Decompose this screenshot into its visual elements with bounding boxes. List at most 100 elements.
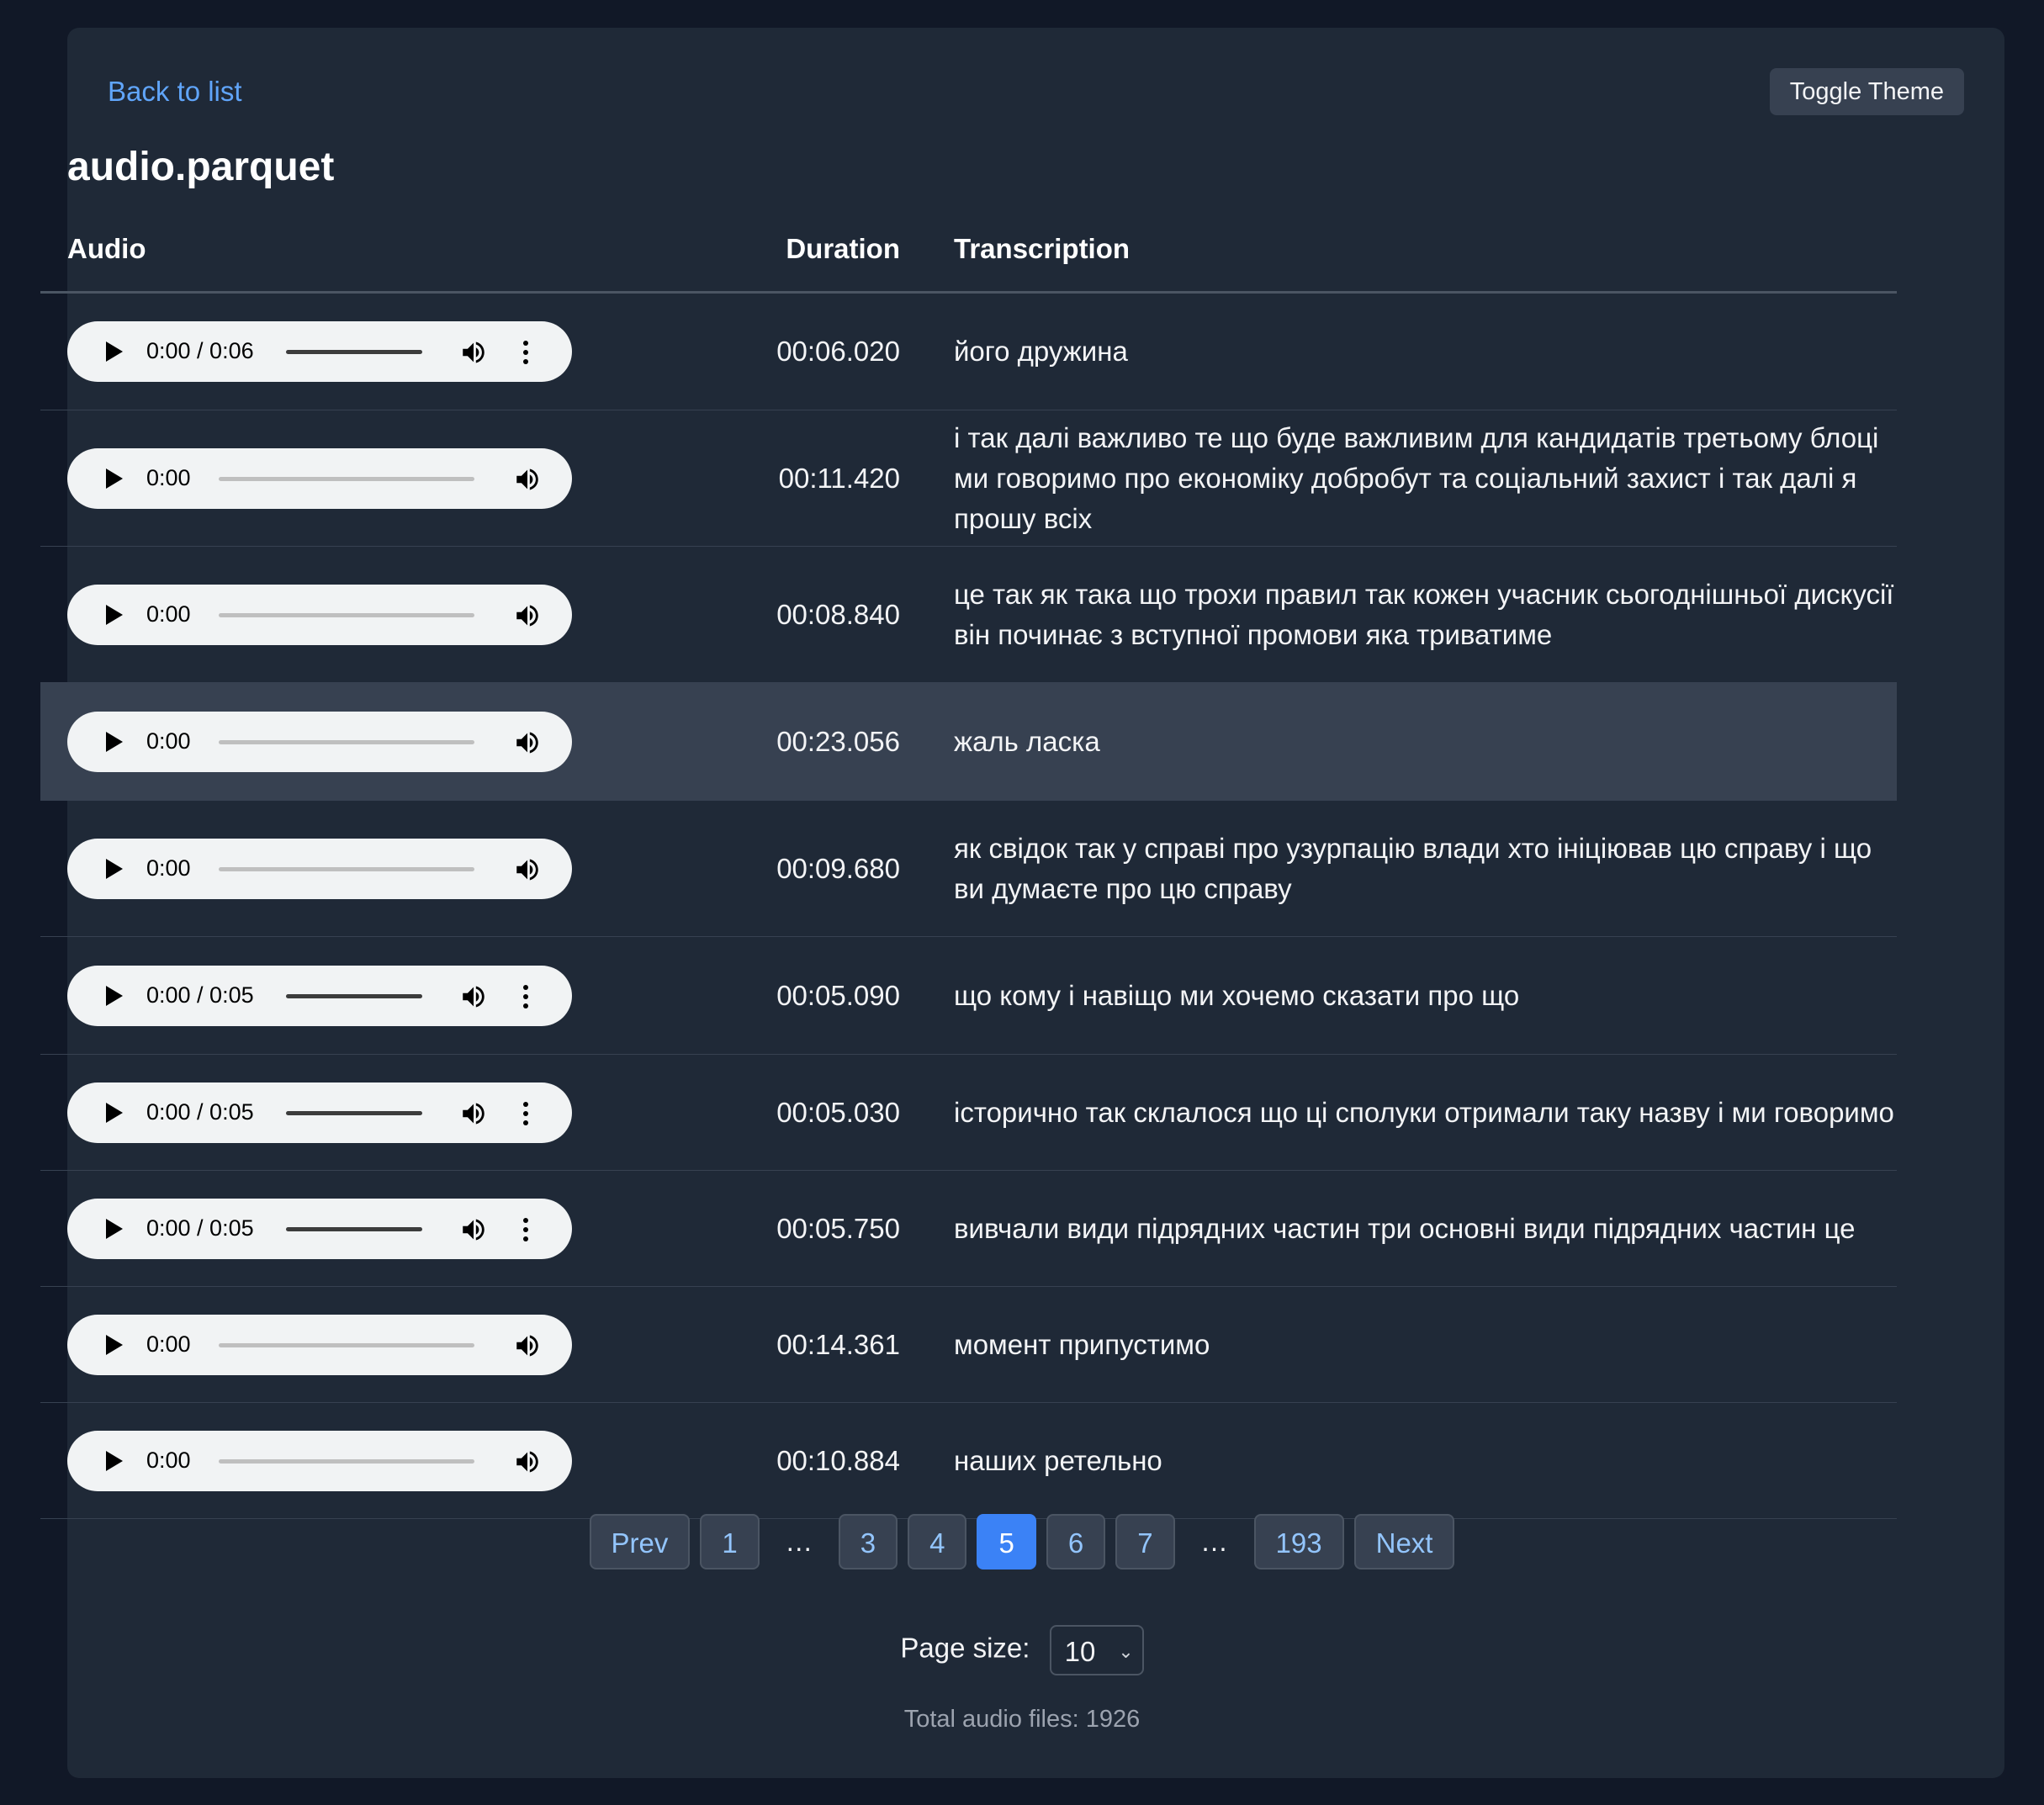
seek-slider[interactable] — [219, 612, 474, 617]
duration-cell: 00:05.750 — [776, 1212, 900, 1244]
player-time: 0:00 / 0:05 — [146, 1215, 254, 1241]
play-icon[interactable] — [106, 1334, 123, 1355]
table-row: 0:00 00:08.840 це так як така що трохи пра… — [40, 547, 1897, 683]
play-icon[interactable] — [106, 1218, 123, 1239]
seek-slider[interactable] — [286, 350, 422, 354]
table-row: 0:00 / 0:06 00:06.020 його дружина — [40, 293, 1897, 410]
page-button-5[interactable]: 5 — [977, 1514, 1036, 1569]
audio-cell: 0:00 — [40, 801, 589, 937]
page-button-3[interactable]: 3 — [838, 1514, 898, 1569]
duration-cell: 00:11.420 — [778, 462, 900, 494]
audio-player[interactable]: 0:00 / 0:06 — [67, 321, 572, 382]
seek-slider[interactable] — [219, 1458, 474, 1464]
back-to-list-link[interactable]: Back to list — [108, 76, 242, 108]
page-size-select[interactable]: 10 ⌄ — [1049, 1625, 1144, 1675]
pagination-ellipsis: … — [785, 1526, 813, 1557]
audio-cell: 0:00 / 0:05 — [40, 937, 589, 1055]
play-icon[interactable] — [106, 1102, 123, 1123]
transcription-cell: вивчали види підрядних частин три основн… — [954, 1212, 1856, 1244]
play-icon[interactable] — [106, 468, 123, 489]
table-row: 0:00 / 0:05 00:05.750 вивчали види підрядн… — [40, 1171, 1897, 1287]
play-icon[interactable] — [106, 985, 123, 1006]
duration-cell: 00:06.020 — [776, 336, 900, 367]
page-button-193[interactable]: 193 — [1253, 1514, 1344, 1569]
audio-player[interactable]: 0:00 — [67, 1314, 572, 1375]
seek-slider[interactable] — [219, 739, 474, 744]
column-header-audio: Audio — [40, 207, 589, 294]
more-options-icon[interactable] — [522, 340, 530, 365]
audio-cell: 0:00 — [40, 1403, 589, 1519]
audio-cell: 0:00 — [40, 683, 589, 801]
page-size-value: 10 — [1064, 1636, 1096, 1667]
transcription-cell: як свідок так у справі про узурпацію вла… — [954, 832, 1872, 904]
transcription-cell: жаль ласка — [954, 725, 1100, 757]
table-header-row: Audio Duration Transcription — [40, 207, 1897, 294]
transcription-cell: це так як така що трохи правил так кожен… — [954, 578, 1894, 650]
more-options-icon[interactable] — [522, 1101, 530, 1126]
audio-player[interactable]: 0:00 — [67, 447, 572, 509]
transcription-cell: і так далі важливо те що буде важливим д… — [954, 421, 1879, 534]
player-time: 0:00 — [146, 601, 191, 627]
toggle-theme-button[interactable]: Toggle Theme — [1769, 68, 1964, 115]
duration-cell: 00:23.056 — [776, 725, 900, 757]
audio-player[interactable]: 0:00 / 0:05 — [67, 965, 572, 1026]
pagination: Prev 1 … 3 4 5 6 7 … 193 Next — [0, 1514, 2044, 1569]
audio-player[interactable]: 0:00 / 0:05 — [67, 1082, 572, 1143]
play-icon[interactable] — [106, 731, 123, 752]
player-time: 0:00 / 0:05 — [146, 1098, 254, 1125]
seek-slider[interactable] — [286, 993, 422, 998]
seek-slider[interactable] — [286, 1226, 422, 1231]
volume-icon[interactable] — [459, 982, 488, 1011]
player-time: 0:00 — [146, 855, 191, 881]
audio-player[interactable]: 0:00 — [67, 711, 572, 772]
volume-icon[interactable] — [513, 601, 542, 630]
table-body: 0:00 / 0:06 00:06.020 його дружина 0:00 00:1… — [40, 293, 1897, 1519]
table-row: 0:00 / 0:05 00:05.030 історично так склало… — [40, 1055, 1897, 1171]
play-icon[interactable] — [106, 341, 123, 362]
play-icon[interactable] — [106, 604, 123, 625]
table-row: 0:00 00:23.056 жаль ласка — [40, 682, 1897, 801]
volume-icon[interactable] — [459, 1099, 488, 1128]
audio-player[interactable]: 0:00 / 0:05 — [67, 1198, 572, 1259]
volume-icon[interactable] — [513, 1448, 542, 1476]
seek-slider[interactable] — [219, 476, 474, 481]
volume-icon[interactable] — [513, 728, 542, 757]
player-time: 0:00 / 0:05 — [146, 982, 254, 1008]
duration-cell: 00:05.090 — [776, 979, 900, 1011]
page-button-4[interactable]: 4 — [908, 1514, 967, 1569]
page-button-6[interactable]: 6 — [1046, 1514, 1106, 1569]
pagination-ellipsis: … — [1200, 1526, 1229, 1557]
audio-cell: 0:00 — [40, 1287, 589, 1403]
more-options-icon[interactable] — [522, 984, 530, 1009]
audio-player[interactable]: 0:00 — [67, 584, 572, 645]
play-icon[interactable] — [106, 1450, 123, 1471]
seek-slider[interactable] — [219, 1342, 474, 1347]
volume-icon[interactable] — [513, 465, 542, 494]
duration-cell: 00:09.680 — [776, 852, 900, 884]
total-count: Total audio files: 1926 — [903, 1706, 1141, 1733]
volume-icon[interactable] — [459, 1215, 488, 1244]
column-header-transcription: Transcription — [900, 207, 1897, 294]
more-options-icon[interactable] — [522, 1217, 530, 1242]
page-size-control: Page size: 10 ⌄ — [0, 1625, 2044, 1675]
seek-slider[interactable] — [219, 866, 474, 871]
play-icon[interactable] — [106, 858, 123, 879]
page-button-1[interactable]: 1 — [700, 1514, 760, 1569]
player-time: 0:00 — [146, 1331, 191, 1357]
player-time: 0:00 — [146, 728, 191, 754]
page-button-7[interactable]: 7 — [1115, 1514, 1175, 1569]
transcription-cell: його дружина — [954, 336, 1128, 367]
table-row: 0:00 00:14.361 момент припустимо — [40, 1287, 1897, 1403]
volume-icon[interactable] — [513, 855, 542, 884]
volume-icon[interactable] — [513, 1331, 542, 1360]
transcription-cell: момент припустимо — [954, 1328, 1210, 1360]
volume-icon[interactable] — [459, 338, 488, 367]
player-time: 0:00 / 0:06 — [146, 338, 254, 363]
prev-page-button[interactable]: Prev — [589, 1514, 691, 1569]
audio-player[interactable]: 0:00 — [67, 838, 572, 899]
audio-player[interactable]: 0:00 — [67, 1430, 572, 1491]
seek-slider[interactable] — [286, 1110, 422, 1115]
next-page-button[interactable]: Next — [1353, 1514, 1455, 1569]
table-row: 0:00 00:10.884 наших ретельно — [40, 1403, 1897, 1519]
audio-cell: 0:00 — [40, 547, 589, 683]
